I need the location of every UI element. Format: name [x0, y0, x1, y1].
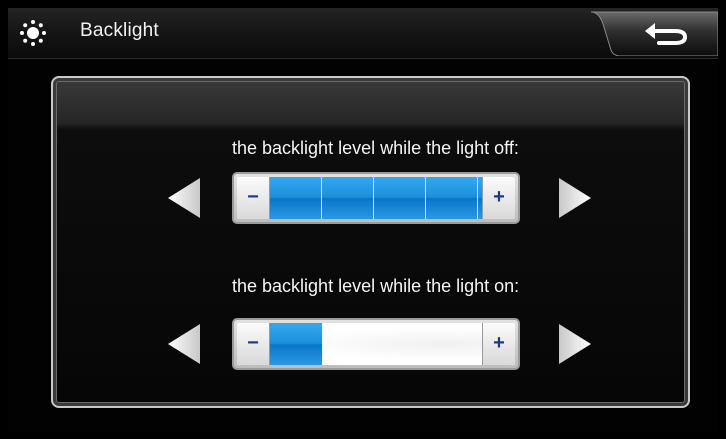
- increase-off-arrow-button[interactable]: [555, 174, 595, 222]
- level-fill: [269, 323, 322, 365]
- level-fill: [269, 177, 515, 219]
- decrease-on-arrow-button[interactable]: [164, 320, 204, 368]
- level-divider: [321, 177, 322, 219]
- level-divider: [425, 177, 426, 219]
- sun-icon: [19, 19, 47, 47]
- backlight-off-slider[interactable]: − +: [232, 172, 520, 224]
- decrease-off-arrow-button[interactable]: [164, 174, 204, 222]
- level-divider: [477, 177, 478, 219]
- back-button[interactable]: [591, 10, 718, 56]
- left-triangle-icon: [168, 324, 200, 364]
- page-title: Backlight: [80, 20, 159, 41]
- backlight-on-slider[interactable]: − +: [232, 318, 520, 370]
- backlight-screen: Backlight the backlight level while the …: [8, 8, 718, 431]
- increase-on-arrow-button[interactable]: [555, 320, 595, 368]
- plus-button[interactable]: +: [482, 323, 515, 365]
- slider-track[interactable]: − +: [237, 323, 515, 365]
- right-triangle-icon: [559, 324, 591, 364]
- plus-button[interactable]: +: [482, 177, 515, 219]
- right-triangle-icon: [559, 178, 591, 218]
- level-divider: [373, 177, 374, 219]
- slider-track[interactable]: − +: [237, 177, 515, 219]
- title-bar: Backlight: [8, 8, 718, 59]
- left-triangle-icon: [168, 178, 200, 218]
- minus-button[interactable]: −: [237, 177, 270, 219]
- minus-button[interactable]: −: [237, 323, 270, 365]
